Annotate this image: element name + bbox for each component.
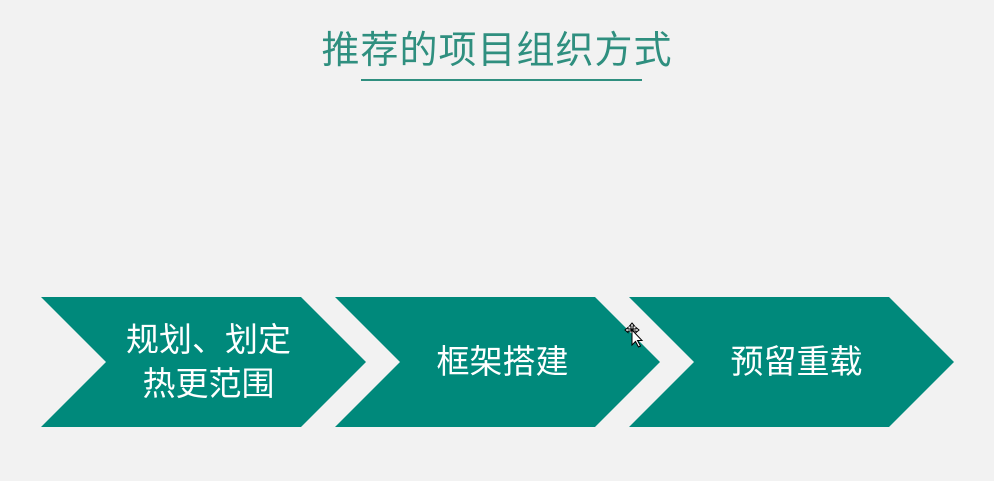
step-1-line-1: 规划、划定 bbox=[126, 320, 291, 359]
step-3-line-1: 预留重载 bbox=[730, 342, 863, 381]
step-1-label: 规划、划定 热更范围 bbox=[106, 297, 311, 427]
move-cursor-icon bbox=[624, 322, 644, 348]
step-1-line-2: 热更范围 bbox=[142, 364, 275, 403]
step-2-line-1: 框架搭建 bbox=[436, 342, 569, 381]
step-3-label: 预留重载 bbox=[694, 297, 899, 427]
step-2-label: 框架搭建 bbox=[400, 297, 605, 427]
